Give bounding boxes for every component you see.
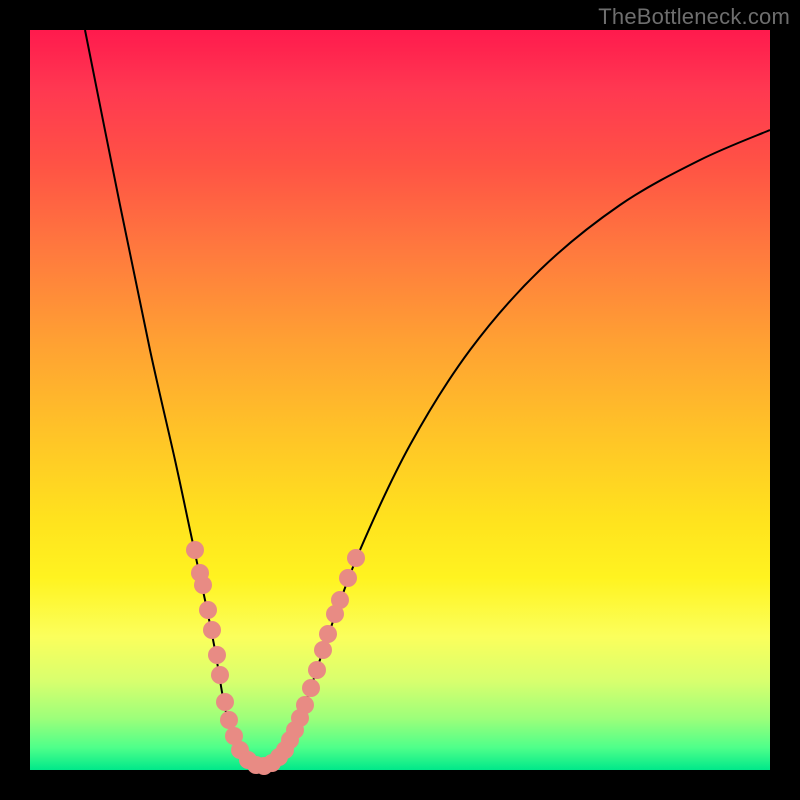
data-dot (314, 641, 332, 659)
data-dot (216, 693, 234, 711)
chart-svg (30, 30, 770, 770)
bottleneck-curve (85, 30, 770, 766)
data-dot (194, 576, 212, 594)
data-dot (296, 696, 314, 714)
chart-frame: TheBottleneck.com (0, 0, 800, 800)
data-dot (203, 621, 221, 639)
data-dot (302, 679, 320, 697)
data-dot (319, 625, 337, 643)
data-dot (211, 666, 229, 684)
data-dot (208, 646, 226, 664)
data-dot (308, 661, 326, 679)
data-dot (186, 541, 204, 559)
watermark-text: TheBottleneck.com (598, 4, 790, 30)
data-dot (347, 549, 365, 567)
data-dot (199, 601, 217, 619)
data-dot (331, 591, 349, 609)
data-dot (220, 711, 238, 729)
data-dot (339, 569, 357, 587)
curve-dots (186, 541, 365, 775)
